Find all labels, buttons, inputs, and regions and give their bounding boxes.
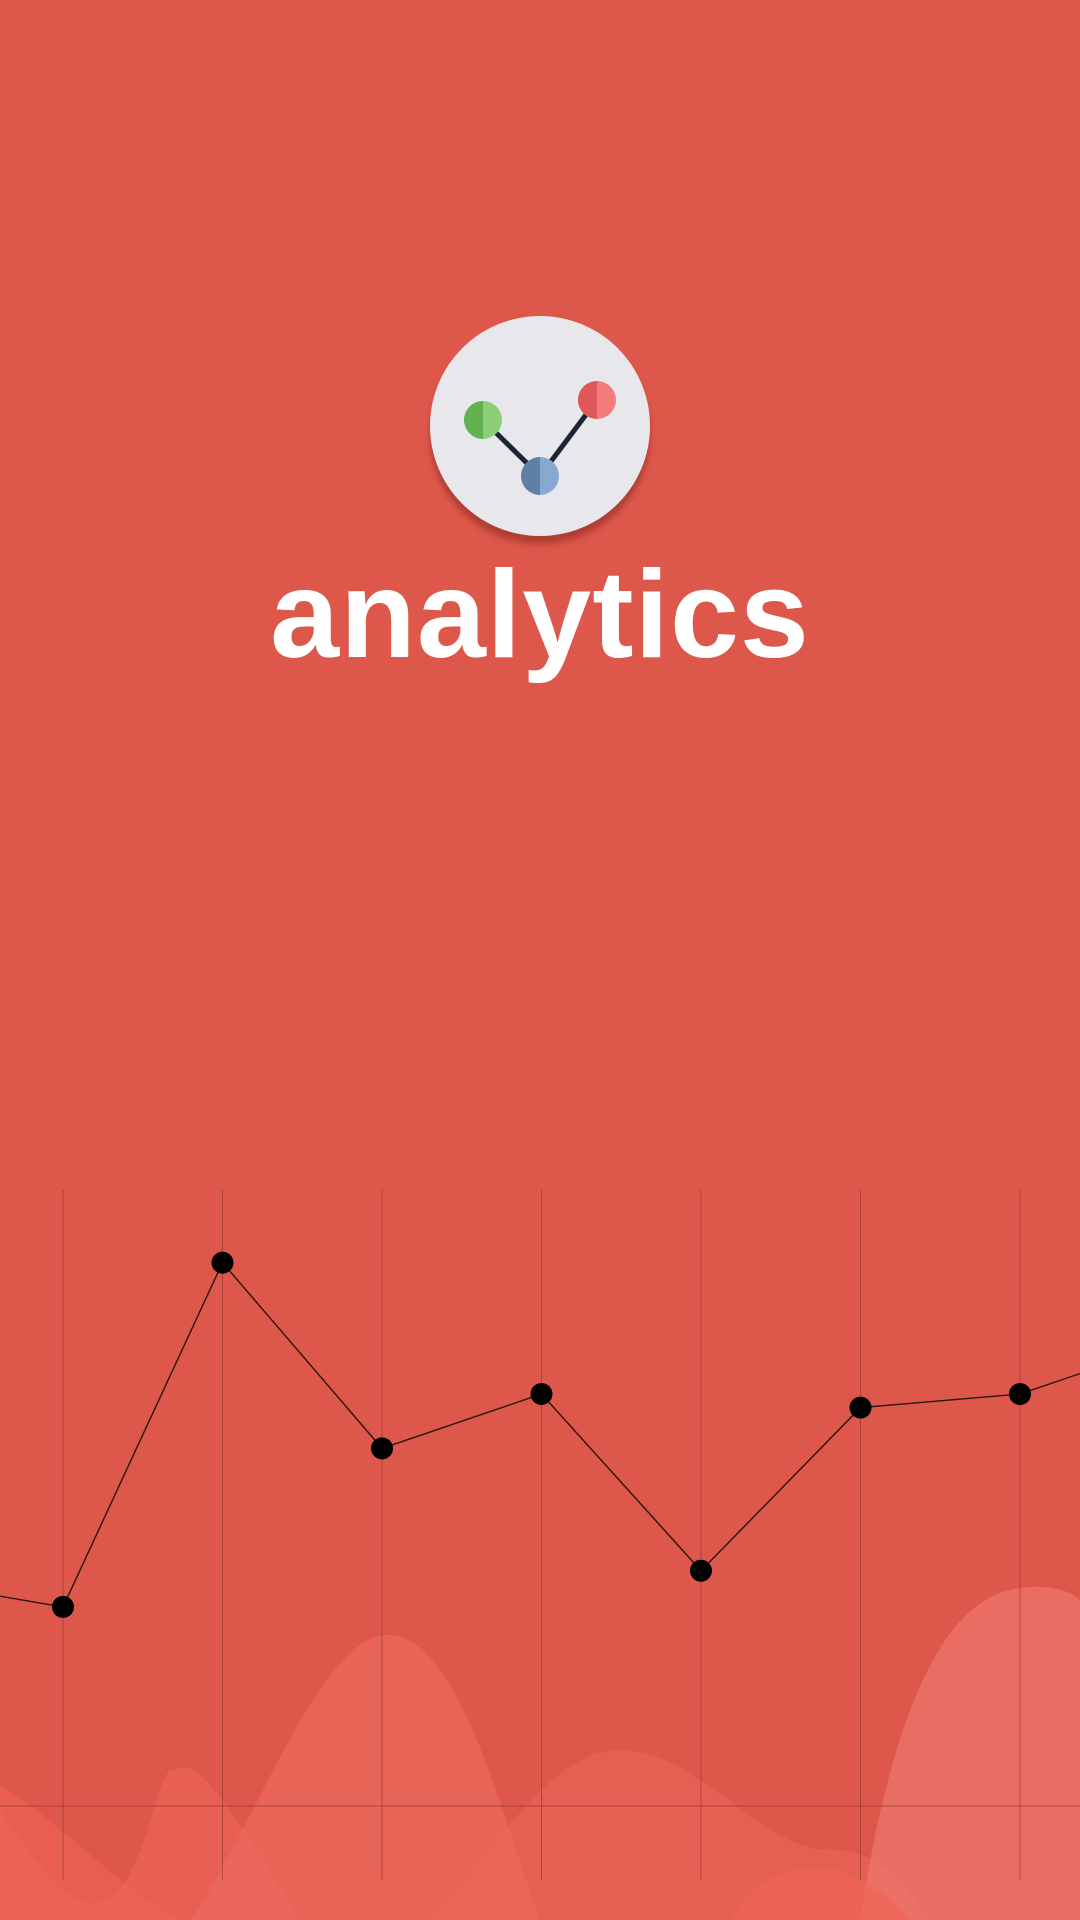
green-node-icon: [464, 401, 502, 439]
data-point: [849, 1396, 872, 1419]
app-logo: [430, 316, 650, 536]
splash-screen: analytics: [0, 0, 1080, 1920]
data-point: [52, 1595, 74, 1618]
decorative-line-chart: [0, 1190, 1080, 1920]
series-line: [0, 1261, 1080, 1608]
red-node-icon: [578, 381, 616, 419]
data-point: [371, 1437, 393, 1460]
blue-node-icon: [521, 457, 559, 495]
chart-svg: [0, 1190, 1080, 1920]
app-name: analytics: [270, 546, 810, 684]
connected-nodes-icon: [464, 381, 616, 495]
background-wave-right: [860, 1586, 1080, 1920]
data-point: [211, 1251, 234, 1274]
data-point: [690, 1559, 712, 1582]
data-point: [1009, 1383, 1031, 1406]
data-point: [530, 1383, 553, 1406]
